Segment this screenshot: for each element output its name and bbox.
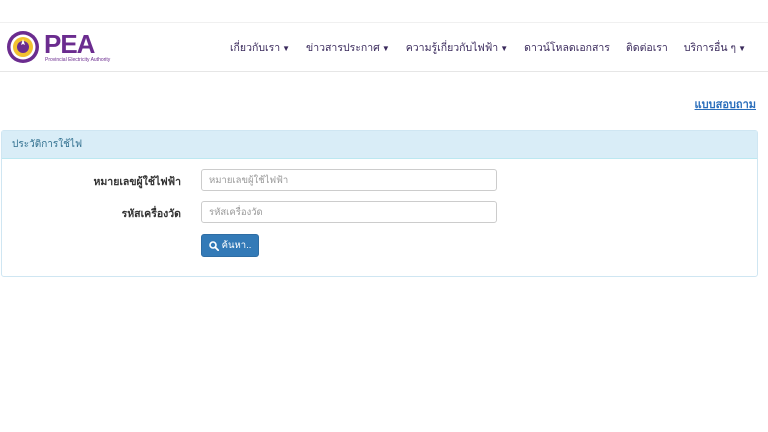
nav-item-about[interactable]: เกี่ยวกับเรา ▼: [230, 39, 290, 56]
top-strip: [0, 0, 768, 23]
usage-history-panel: ประวัติการใช้ไฟ หมายเลขผู้ใช้ไฟฟ้า รหัสเ…: [1, 130, 758, 277]
survey-link[interactable]: แบบสอบถาม: [695, 95, 756, 113]
nav-item-other-services[interactable]: บริการอื่น ๆ ▼: [684, 39, 746, 56]
search-icon: [208, 240, 219, 251]
nav-item-news[interactable]: ข่าวสารประกาศ ▼: [306, 39, 390, 56]
pea-emblem-icon: [7, 31, 39, 63]
main-nav: เกี่ยวกับเรา ▼ ข่าวสารประกาศ ▼ ความรู้เกี่…: [214, 23, 746, 71]
chevron-down-icon: ▼: [381, 43, 390, 53]
meter-code-label: รหัสเครื่องวัด: [121, 208, 181, 220]
customer-number-row: หมายเลขผู้ใช้ไฟฟ้า: [2, 169, 757, 191]
nav-item-downloads[interactable]: ดาวน์โหลดเอกสาร: [524, 39, 610, 56]
panel-title: ประวัติการใช้ไฟ: [2, 131, 757, 159]
search-button[interactable]: ค้นหา..: [201, 234, 259, 257]
logo-subtitle: Provincial Electricity Authority: [45, 57, 111, 63]
meter-code-input[interactable]: [201, 201, 497, 223]
meter-code-row: รหัสเครื่องวัด: [2, 201, 757, 223]
search-button-label: ค้นหา..: [221, 240, 252, 251]
logo-title: PEA: [44, 29, 95, 59]
chevron-down-icon: ▼: [738, 43, 746, 53]
pea-logo[interactable]: PEA Provincial Electricity Authority: [6, 29, 110, 65]
chevron-down-icon: ▼: [282, 43, 291, 53]
nav-item-knowledge[interactable]: ความรู้เกี่ยวกับไฟฟ้า ▼: [406, 39, 508, 56]
nav-item-contact[interactable]: ติดต่อเรา: [626, 39, 668, 56]
site-header: PEA Provincial Electricity Authority เกี…: [0, 23, 768, 72]
customer-number-label: หมายเลขผู้ใช้ไฟฟ้า: [93, 176, 181, 188]
customer-number-input[interactable]: [201, 169, 497, 191]
chevron-down-icon: ▼: [500, 43, 509, 53]
